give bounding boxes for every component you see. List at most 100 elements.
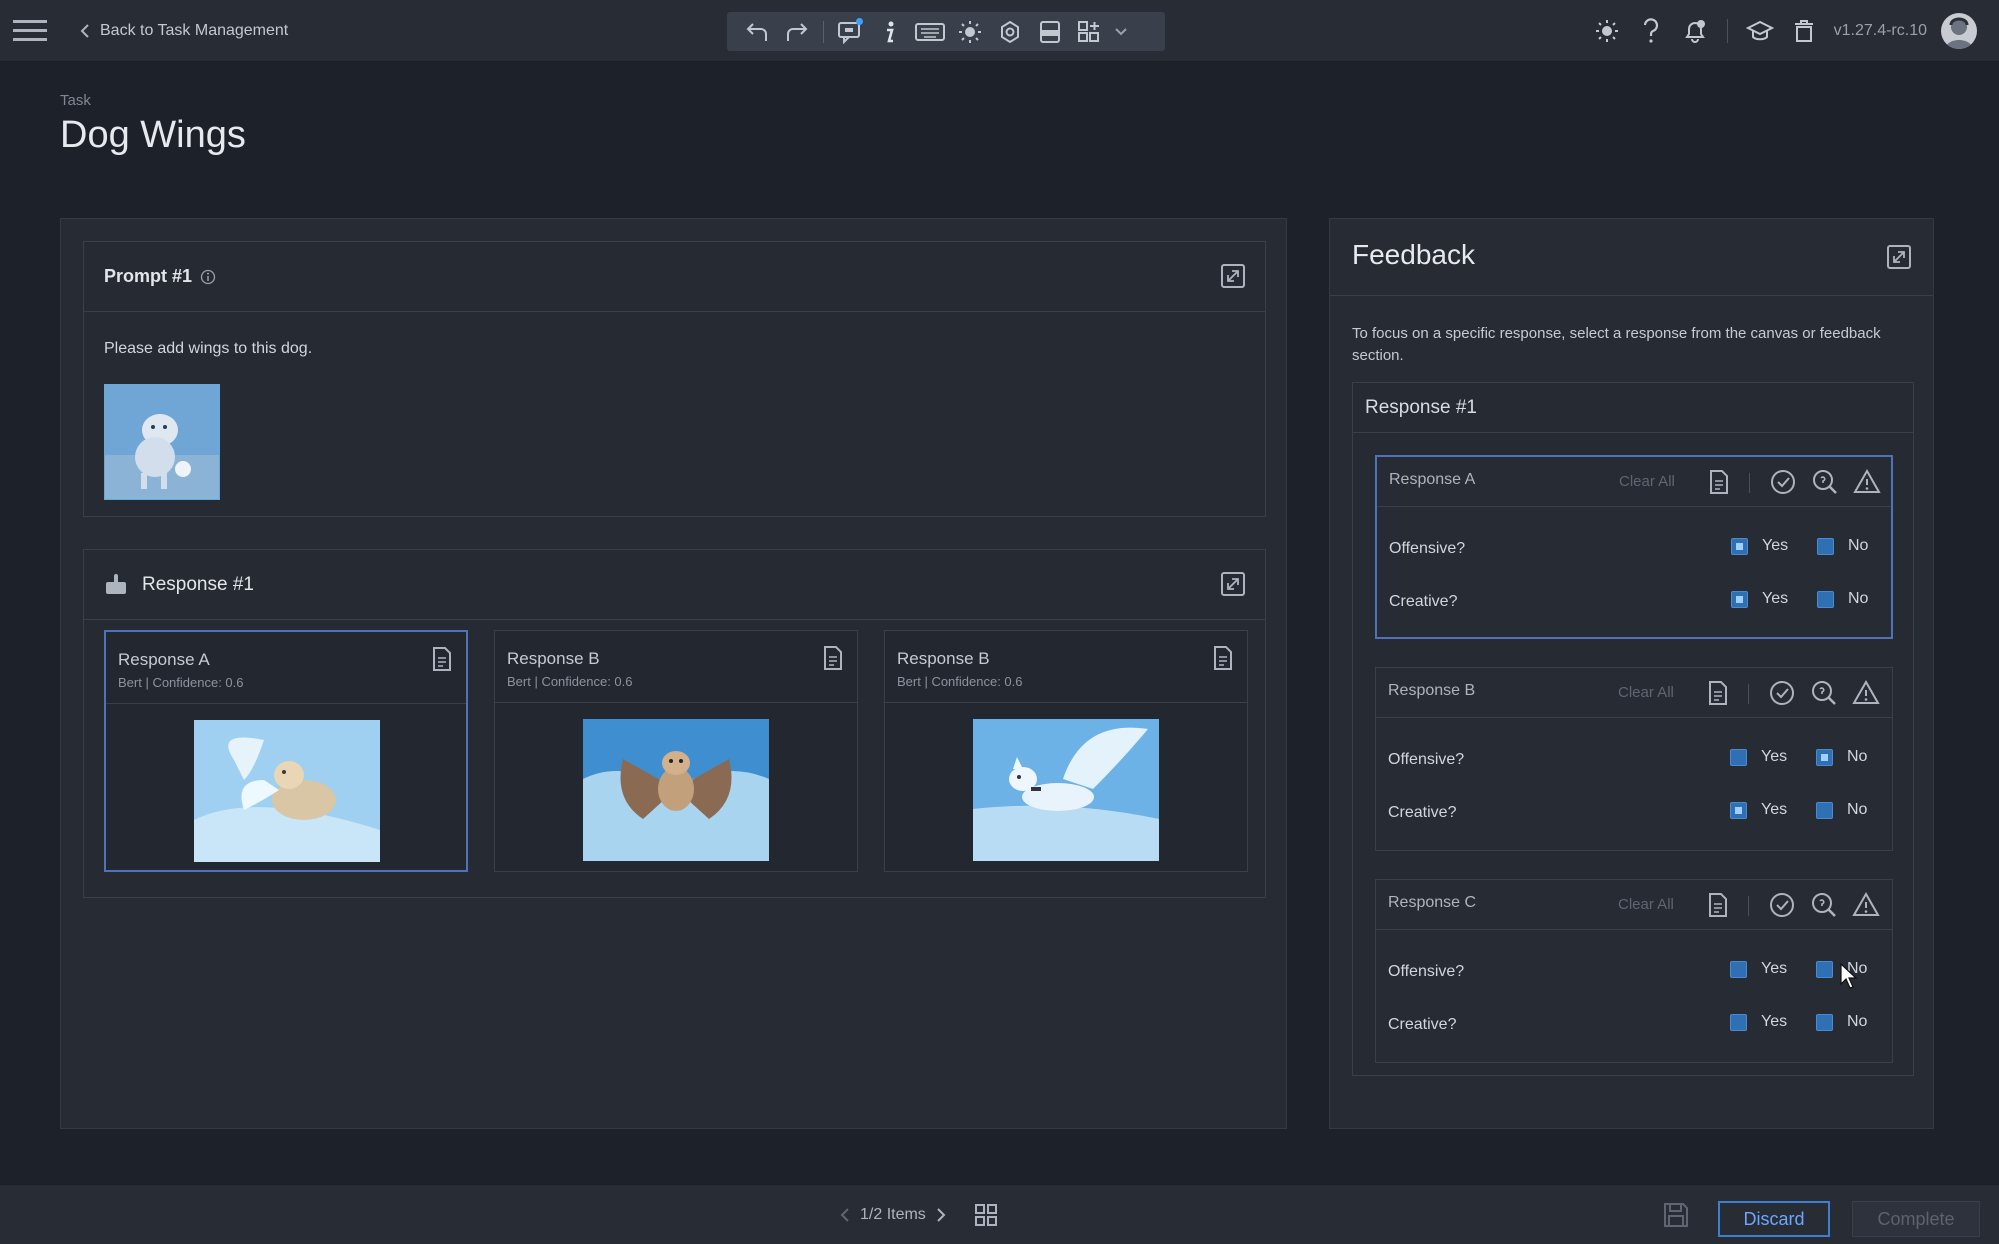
response-name: Response B — [507, 649, 600, 668]
top-right-actions: v1.27.4-rc.10 — [1585, 10, 1977, 52]
brightness-icon[interactable] — [950, 12, 990, 51]
document-icon[interactable] — [430, 646, 454, 672]
top-bar: Back to Task Management v1.27.4-rc.10 — [0, 0, 1999, 62]
no-checkbox[interactable]: No — [1816, 801, 1867, 819]
feedback-card-response-b[interactable]: Response B Clear All Offensive? Yes No C… — [1375, 667, 1893, 851]
expand-icon[interactable] — [1219, 262, 1247, 290]
checkbox[interactable] — [1816, 801, 1833, 819]
expand-icon[interactable] — [1219, 570, 1247, 598]
feedback-card-header: Response B Clear All — [1376, 668, 1892, 718]
notifications-icon[interactable] — [1673, 10, 1717, 52]
response-b-image[interactable] — [583, 719, 769, 861]
grid-view-icon[interactable] — [974, 1203, 998, 1227]
info-circle-icon[interactable] — [200, 269, 216, 285]
page-title: Dog Wings — [60, 114, 246, 156]
response-card-header: Response B Bert | Confidence: 0.6 — [885, 631, 1247, 703]
chevron-left-icon[interactable] — [840, 1208, 850, 1222]
yes-checkbox[interactable]: Yes — [1731, 590, 1788, 608]
clear-all-button[interactable]: Clear All — [1618, 896, 1674, 913]
check-circle-icon[interactable] — [1768, 891, 1796, 919]
checkbox[interactable] — [1817, 590, 1834, 608]
response-a-image[interactable] — [194, 720, 380, 862]
feedback-description: To focus on a specific response, select … — [1352, 325, 1881, 364]
chevron-down-icon[interactable] — [1110, 12, 1132, 51]
page-kicker: Task — [60, 92, 91, 109]
yes-checkbox[interactable]: Yes — [1730, 748, 1787, 766]
zoom-search-icon[interactable] — [1810, 891, 1838, 919]
checkbox[interactable] — [1730, 960, 1747, 978]
no-checkbox[interactable]: No — [1816, 748, 1867, 766]
no-checkbox[interactable]: No — [1817, 537, 1868, 555]
response-meta: Bert | Confidence: 0.6 — [897, 674, 1023, 689]
yes-checkbox[interactable]: Yes — [1731, 537, 1788, 555]
document-icon[interactable] — [821, 645, 845, 671]
question-row-offensive: Offensive? Yes No — [1388, 746, 1880, 774]
discard-button[interactable]: Discard — [1718, 1201, 1830, 1237]
graduation-cap-icon[interactable] — [1738, 10, 1782, 52]
back-to-task-management-link[interactable]: Back to Task Management — [80, 20, 288, 42]
checkbox[interactable] — [1816, 748, 1833, 766]
feedback-card-header: Response A Clear All — [1377, 457, 1891, 507]
prompt-title: Prompt #1 — [104, 266, 193, 286]
save-icon[interactable] — [1662, 1201, 1690, 1229]
expand-icon[interactable] — [1885, 243, 1913, 271]
user-avatar[interactable] — [1941, 13, 1977, 49]
check-circle-icon[interactable] — [1769, 468, 1797, 496]
warning-icon[interactable] — [1852, 679, 1880, 707]
checkbox[interactable] — [1817, 537, 1834, 555]
feedback-card-response-c[interactable]: Response C Clear All Offensive? Yes No C… — [1375, 879, 1893, 1063]
editor-toolbar — [727, 12, 1165, 51]
response-section-header: Response #1 — [84, 550, 1265, 620]
warning-icon[interactable] — [1852, 891, 1880, 919]
pdf-icon[interactable] — [1030, 12, 1070, 51]
zoom-search-icon[interactable] — [1810, 679, 1838, 707]
response-card-a[interactable]: Response A Bert | Confidence: 0.6 — [104, 630, 468, 872]
redo-icon[interactable] — [777, 12, 817, 51]
keyboard-icon[interactable] — [910, 12, 950, 51]
no-checkbox[interactable]: No — [1817, 590, 1868, 608]
yes-checkbox[interactable]: Yes — [1730, 1013, 1787, 1031]
app-version: v1.27.4-rc.10 — [1833, 22, 1927, 39]
zoom-search-icon[interactable] — [1811, 468, 1839, 496]
hamburger-menu-icon[interactable] — [13, 18, 47, 44]
question-row-offensive: Offensive? Yes No — [1388, 958, 1880, 986]
response-c-image[interactable] — [973, 719, 1159, 861]
document-icon[interactable] — [1705, 468, 1733, 496]
document-icon[interactable] — [1704, 891, 1732, 919]
checkbox[interactable] — [1730, 801, 1747, 819]
checkbox[interactable] — [1730, 748, 1747, 766]
info-icon[interactable] — [870, 12, 910, 51]
question-label: Creative? — [1388, 804, 1457, 821]
check-circle-icon[interactable] — [1768, 679, 1796, 707]
help-icon[interactable] — [1629, 10, 1673, 52]
feedback-panel: Feedback To focus on a specific response… — [1329, 218, 1934, 1129]
response-card-c[interactable]: Response B Bert | Confidence: 0.6 — [884, 630, 1248, 872]
undo-icon[interactable] — [737, 12, 777, 51]
feedback-card-header: Response C Clear All — [1376, 880, 1892, 930]
response-card-header: Response A Bert | Confidence: 0.6 — [106, 632, 466, 704]
theme-icon[interactable] — [1585, 10, 1629, 52]
layout-icon[interactable] — [1070, 12, 1110, 51]
settings-icon[interactable] — [990, 12, 1030, 51]
comment-icon[interactable] — [830, 12, 870, 51]
checkbox[interactable] — [1816, 1013, 1833, 1031]
warning-icon[interactable] — [1853, 468, 1881, 496]
yes-checkbox[interactable]: Yes — [1730, 801, 1787, 819]
checkbox[interactable] — [1731, 590, 1748, 608]
chevron-right-icon[interactable] — [936, 1208, 946, 1222]
checkbox[interactable] — [1816, 960, 1833, 978]
yes-checkbox[interactable]: Yes — [1730, 960, 1787, 978]
document-icon[interactable] — [1211, 645, 1235, 671]
clear-all-button[interactable]: Clear All — [1618, 684, 1674, 701]
complete-button[interactable]: Complete — [1852, 1201, 1980, 1237]
response-card-b[interactable]: Response B Bert | Confidence: 0.6 — [494, 630, 858, 872]
prompt-dog-image[interactable] — [104, 384, 220, 500]
checkbox[interactable] — [1731, 537, 1748, 555]
trash-icon[interactable] — [1782, 10, 1826, 52]
prompt-text: Please add wings to this dog. — [104, 340, 313, 357]
no-checkbox[interactable]: No — [1816, 1013, 1867, 1031]
document-icon[interactable] — [1704, 679, 1732, 707]
checkbox[interactable] — [1730, 1013, 1747, 1031]
clear-all-button[interactable]: Clear All — [1619, 473, 1675, 490]
feedback-card-response-a[interactable]: Response A Clear All Offensive? Yes No C… — [1375, 455, 1893, 639]
